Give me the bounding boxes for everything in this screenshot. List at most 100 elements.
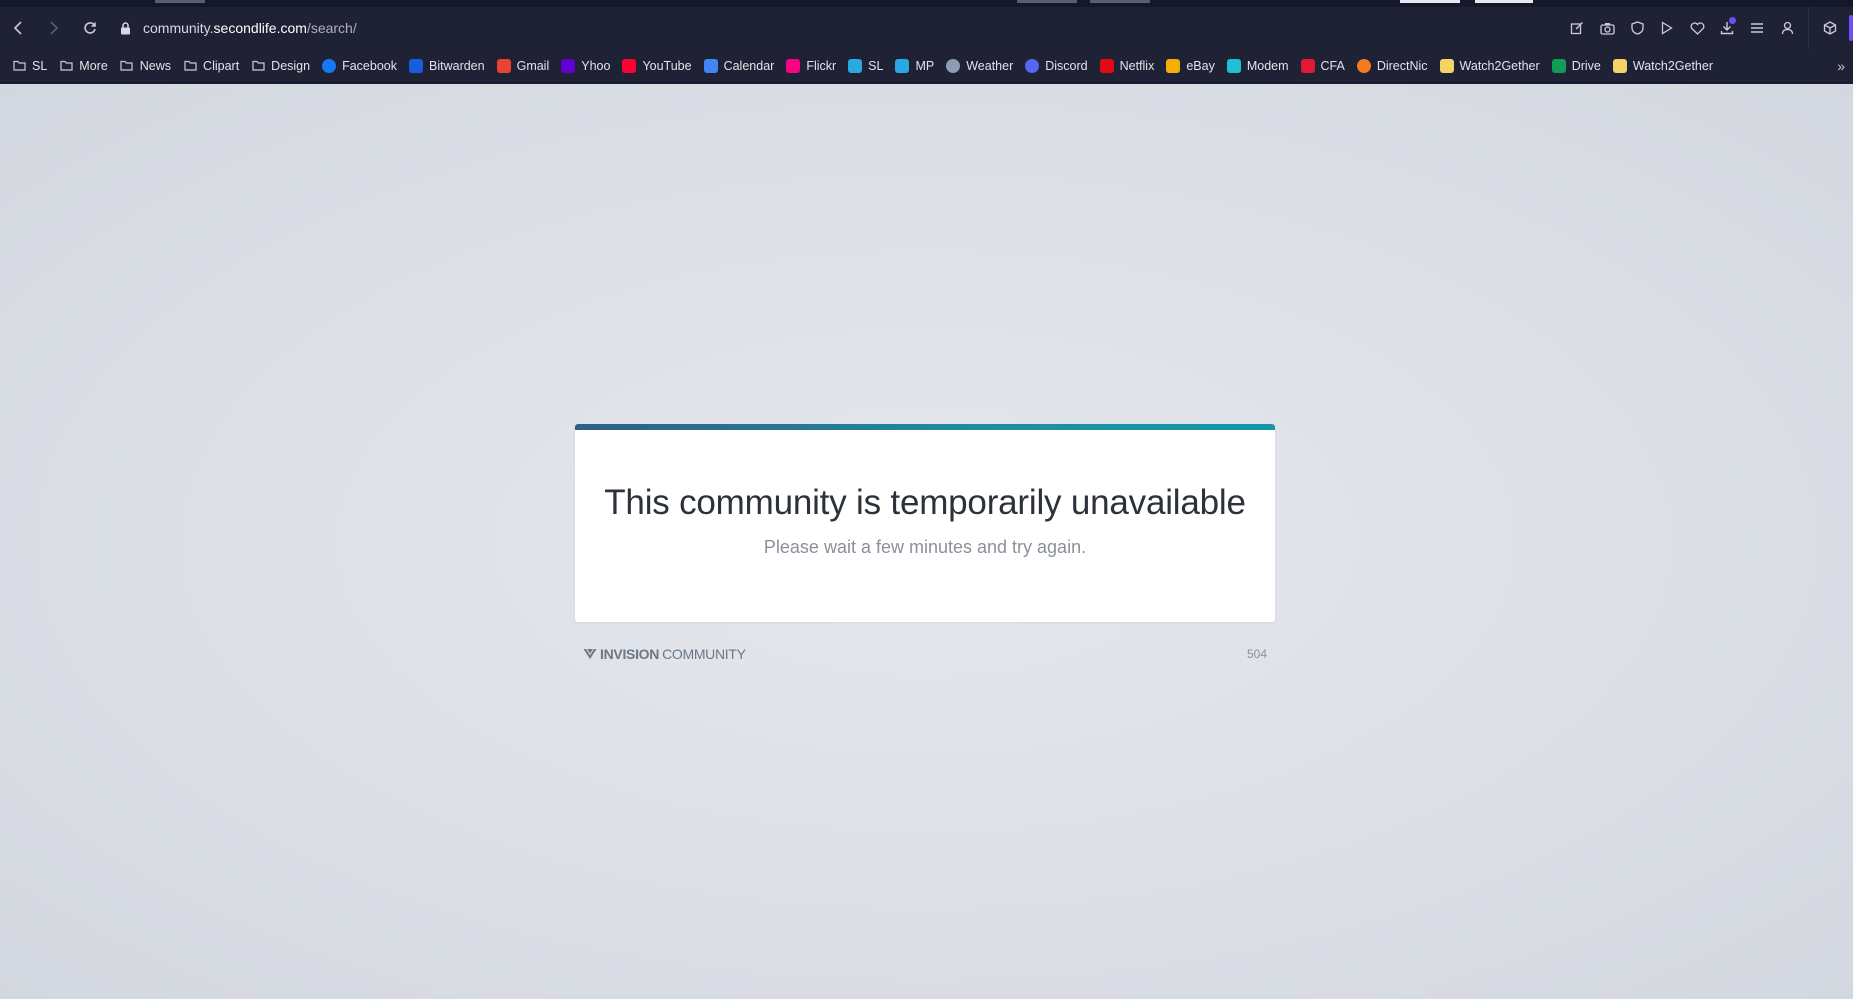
bookmark-label: YouTube — [642, 58, 692, 73]
logo-word-community: COMMUNITY — [662, 646, 746, 662]
bookmark-sl[interactable]: SL — [842, 53, 889, 79]
discord-icon — [1025, 58, 1040, 73]
bookmark-more[interactable]: More — [53, 53, 113, 79]
bookmark-watch2gether[interactable]: Watch2Gether — [1607, 53, 1719, 79]
bookmark-mp[interactable]: MP — [889, 53, 940, 79]
folder-icon — [183, 59, 197, 73]
bookmark-ebay[interactable]: eBay — [1160, 53, 1221, 79]
facebook-icon — [322, 58, 337, 73]
youtube-icon — [622, 58, 637, 73]
bookmark-sl[interactable]: SL — [6, 53, 53, 79]
bookmark-watch2gether[interactable]: Watch2Gether — [1434, 53, 1546, 79]
card-accent-line — [575, 424, 1275, 430]
bookmark-label: Netflix — [1119, 58, 1155, 73]
bookmarks-bar: SL More News Clipart Design Facebook Bitwarden… — [0, 49, 1853, 83]
invision-mark-icon — [583, 648, 597, 659]
bookmark-label: Calendar — [723, 58, 775, 73]
tab-active[interactable] — [1475, 0, 1533, 3]
tab[interactable] — [155, 0, 205, 3]
bookmark-label: Bitwarden — [429, 58, 485, 73]
bookmark-cfa[interactable]: CFA — [1295, 53, 1351, 79]
bookmark-label: Weather — [966, 58, 1014, 73]
bookmark-directnic[interactable]: DirectNic — [1351, 53, 1434, 79]
bookmark-label: MP — [915, 58, 935, 73]
netflix-icon — [1099, 58, 1114, 73]
drive-icon — [1551, 58, 1566, 73]
bookmark-label: DirectNic — [1376, 58, 1428, 73]
bookmark-weather[interactable]: Weather — [940, 53, 1019, 79]
modem-icon — [1226, 58, 1241, 73]
error-footer: INVISION COMMUNITY 504 — [583, 644, 1267, 664]
bookmarks-overflow-button[interactable]: » — [1837, 49, 1845, 83]
bookmark-netflix[interactable]: Netflix — [1094, 53, 1161, 79]
bookmark-label: Drive — [1571, 58, 1601, 73]
user-icon — [1781, 21, 1793, 35]
folder-icon — [251, 59, 265, 73]
edit-button[interactable] — [1562, 13, 1592, 43]
page-content: This community is temporarily unavailabl… — [0, 84, 1853, 999]
bitwarden-icon — [409, 58, 423, 73]
cfa-icon — [1300, 58, 1315, 73]
logo-word-invision: INVISION — [600, 646, 660, 662]
downloads-button[interactable] — [1712, 13, 1742, 43]
bookmark-discord[interactable]: Discord — [1019, 53, 1093, 79]
lock-icon — [120, 21, 131, 35]
bookmark-label: Design — [271, 58, 311, 73]
bookmark-flickr[interactable]: Flickr — [780, 53, 842, 79]
back-icon — [13, 21, 22, 35]
bookmark-label: Discord — [1045, 58, 1088, 73]
bookmark-label: CFA — [1320, 58, 1345, 73]
bookmark-clipart[interactable]: Clipart — [177, 53, 245, 79]
download-badge — [1729, 17, 1736, 24]
bookmark-youtube[interactable]: YouTube — [616, 53, 697, 79]
weather-icon — [946, 58, 961, 73]
forward-button[interactable] — [36, 10, 72, 46]
url-path: /search/ — [306, 20, 357, 36]
tab[interactable] — [1400, 0, 1460, 3]
bookmark-label: Watch2Gether — [1632, 58, 1713, 73]
url-field[interactable]: community. secondlife.com/search/ — [120, 13, 357, 43]
tab[interactable] — [1090, 0, 1150, 3]
url-prefix: community. — [143, 20, 214, 36]
bookmark-news[interactable]: News — [114, 53, 177, 79]
bookmark-yhoo[interactable]: Yhoo — [555, 53, 616, 79]
flickr-icon — [786, 58, 801, 73]
bookmark-modem[interactable]: Modem — [1221, 53, 1295, 79]
back-button[interactable] — [0, 10, 36, 46]
extensions-button[interactable] — [1815, 13, 1845, 43]
bookmark-label: Yhoo — [581, 58, 611, 73]
bookmark-facebook[interactable]: Facebook — [316, 53, 403, 79]
directnic-icon — [1356, 58, 1371, 73]
double-chevron-icon: » — [1837, 58, 1845, 74]
secondlife-mp-icon — [895, 58, 910, 73]
bookmark-label: SL — [32, 58, 48, 73]
tab[interactable] — [1017, 0, 1077, 3]
gmail-icon — [496, 58, 511, 73]
ebay-icon — [1166, 58, 1181, 73]
profile-button[interactable] — [1772, 13, 1802, 43]
bookmark-drive[interactable]: Drive — [1546, 53, 1607, 79]
error-message: Please wait a few minutes and try again. — [763, 537, 1087, 557]
player-button[interactable] — [1652, 13, 1682, 43]
easy-setup-button[interactable] — [1742, 13, 1772, 43]
reload-icon — [84, 22, 96, 34]
address-bar-row: community. secondlife.com/search/ — [0, 7, 1853, 49]
bookmark-gmail[interactable]: Gmail — [491, 53, 556, 79]
bookmark-label: Facebook — [342, 58, 397, 73]
toolbar-separator — [1808, 7, 1809, 49]
error-code: 504 — [1246, 647, 1267, 661]
tab-strip — [0, 0, 1853, 7]
sidebar-accent — [1849, 15, 1853, 41]
screenshot-button[interactable] — [1592, 13, 1622, 43]
bookmark-design[interactable]: Design — [245, 53, 316, 79]
menu-lines-icon — [1751, 23, 1763, 33]
vpn-shield-button[interactable] — [1622, 13, 1652, 43]
invision-logo[interactable]: INVISION COMMUNITY — [583, 646, 746, 662]
my-flow-button[interactable] — [1682, 13, 1712, 43]
heart-icon — [1690, 21, 1704, 35]
reload-button[interactable] — [72, 10, 108, 46]
bookmark-label: More — [79, 58, 108, 73]
bookmark-calendar[interactable]: Calendar — [698, 53, 781, 79]
bookmark-bitwarden[interactable]: Bitwarden — [403, 53, 491, 79]
bookmark-label: Modem — [1246, 58, 1289, 73]
